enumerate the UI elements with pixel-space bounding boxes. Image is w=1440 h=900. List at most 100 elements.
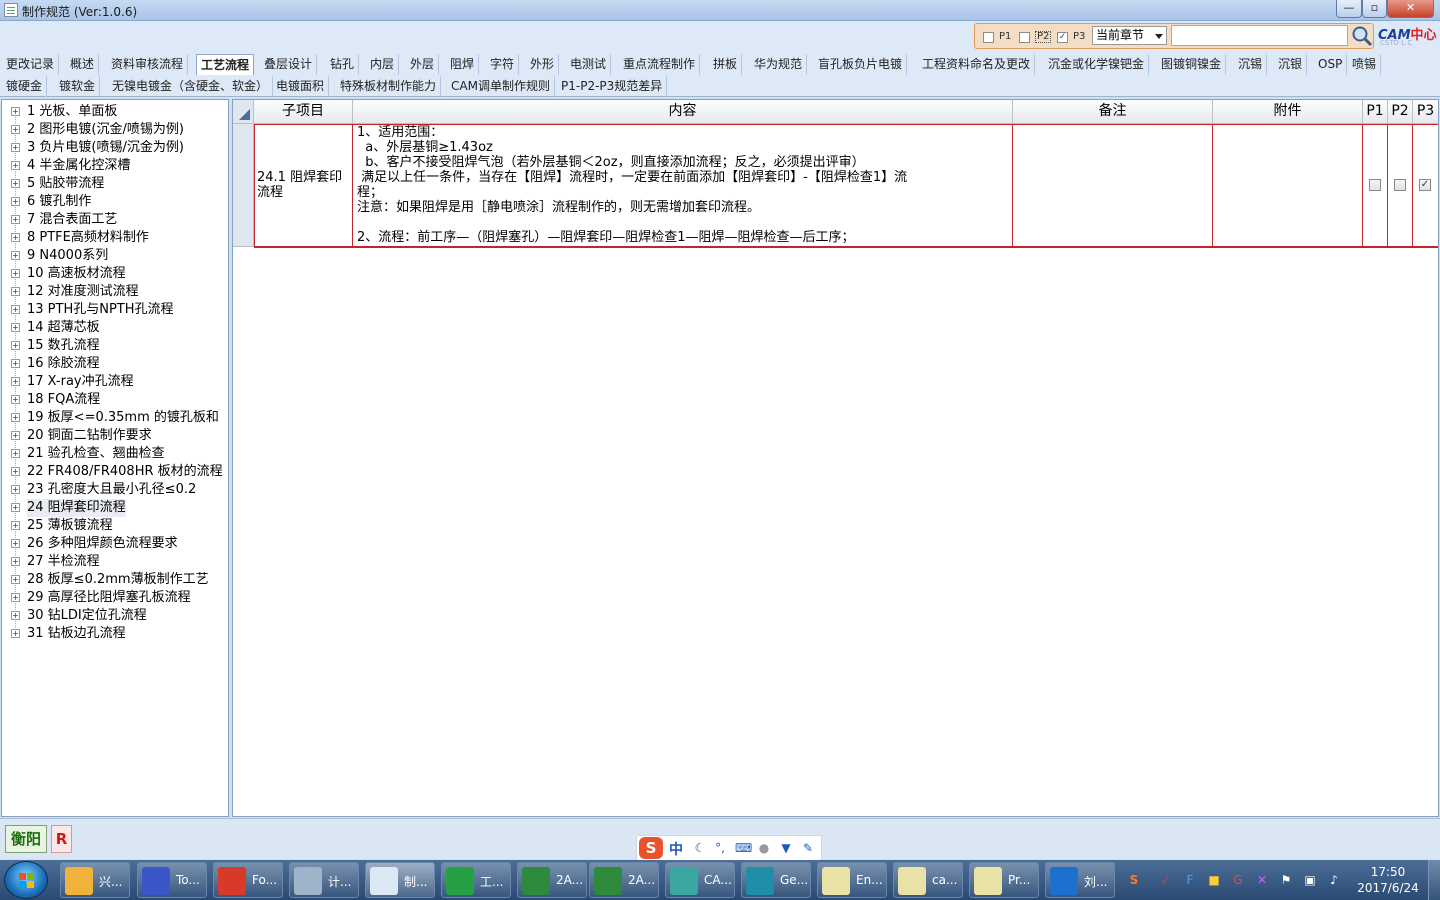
tab-8[interactable]: 外层 <box>406 54 440 75</box>
search-input[interactable] <box>1171 25 1348 46</box>
ime-mode-indicator[interactable]: 中 <box>669 839 683 859</box>
tree-item[interactable]: +30 钻LDI定位孔流程 <box>2 607 228 625</box>
tree-item[interactable]: +22 FR408/FR408HR 板材的流程 <box>2 463 228 481</box>
tab-5[interactable]: 叠层设计 <box>260 54 318 75</box>
tree-item[interactable]: +27 半检流程 <box>2 553 228 571</box>
chapter-select[interactable]: 当前章节 <box>1092 26 1167 45</box>
cell-content[interactable]: 1、适用范围： a、外层基铜≥1.43oz b、客户不接受阻焊气泡（若外层基铜＜… <box>353 124 1013 247</box>
taskbar-app-button[interactable]: 2A... <box>589 862 659 898</box>
city-badge[interactable]: 衡阳 <box>5 825 47 853</box>
taskbar-app-button[interactable]: ca... <box>893 862 963 898</box>
tab-4[interactable]: 工艺流程 <box>196 54 255 75</box>
tree-item[interactable]: +9 N4000系列 <box>2 247 228 265</box>
cell-note[interactable] <box>1013 124 1213 247</box>
punctuation-icon[interactable]: °, <box>713 841 727 855</box>
tree-item[interactable]: +26 多种阻焊颜色流程要求 <box>2 535 228 553</box>
expand-icon[interactable]: + <box>11 161 20 170</box>
close-button[interactable]: ✕ <box>1387 0 1434 18</box>
tab-21[interactable]: 沉银 <box>1274 54 1308 75</box>
expand-icon[interactable]: + <box>11 107 20 116</box>
tab-3[interactable]: 无镍电镀金（含硬金、软金） <box>108 76 274 97</box>
expand-icon[interactable]: + <box>11 467 20 476</box>
expand-icon[interactable]: + <box>11 269 20 278</box>
tab-23[interactable]: 喷锡 <box>1348 54 1382 75</box>
taskbar-app-button[interactable]: 刘... <box>1045 862 1115 898</box>
tree-item[interactable]: +16 除胶流程 <box>2 355 228 373</box>
tab-6[interactable]: 钻孔 <box>326 54 360 75</box>
cell-p1[interactable] <box>1363 124 1388 247</box>
taskbar-app-button[interactable]: 制... <box>365 862 435 898</box>
expand-icon[interactable]: + <box>11 377 20 386</box>
tree-item[interactable]: +21 验孔检查、翘曲检查 <box>2 445 228 463</box>
header-p3[interactable]: P3 <box>1413 100 1438 124</box>
taskbar-app-button[interactable]: To... <box>137 862 207 898</box>
expand-icon[interactable]: + <box>11 521 20 530</box>
tree-item[interactable]: +19 板厚<=0.35mm 的镀孔板和 <box>2 409 228 427</box>
tab-17[interactable]: 工程资料命名及更改 <box>918 54 1036 75</box>
taskbar-app-button[interactable]: Fo... <box>213 862 283 898</box>
tree-item[interactable]: +4 半金属化控深槽 <box>2 157 228 175</box>
cell-p2[interactable] <box>1388 124 1413 247</box>
tree-item[interactable]: +25 薄板镀流程 <box>2 517 228 535</box>
keyboard-icon[interactable]: ⌨ <box>735 841 752 855</box>
tab-19[interactable]: 图镀铜镍金 <box>1157 54 1227 75</box>
cell-p3[interactable]: ✓ <box>1413 124 1438 247</box>
tab-2[interactable]: 镀软金 <box>55 76 101 97</box>
expand-icon[interactable]: + <box>11 179 20 188</box>
tree-item[interactable]: +20 铜面二钻制作要求 <box>2 427 228 445</box>
r-badge[interactable]: R <box>51 825 72 853</box>
sogou-ime-icon[interactable]: S <box>639 837 663 859</box>
header-note[interactable]: 备注 <box>1013 100 1213 124</box>
p3-filter-checkbox[interactable]: ✓ <box>1057 32 1068 43</box>
expand-icon[interactable]: + <box>11 395 20 404</box>
tab-22[interactable]: OSP <box>1314 54 1348 75</box>
system-clock[interactable]: 17:50 2017/6/24 <box>1356 864 1420 896</box>
taskbar-app-button[interactable]: 计... <box>289 862 359 898</box>
tray-app-icon-3[interactable]: ■ <box>1206 872 1222 888</box>
tree-item[interactable]: +14 超薄芯板 <box>2 319 228 337</box>
taskbar-app-button[interactable]: Ge... <box>741 862 811 898</box>
sogou-tray-icon[interactable]: S <box>1126 872 1142 888</box>
tab-20[interactable]: 沉锡 <box>1234 54 1268 75</box>
taskbar-app-button[interactable]: CA... <box>665 862 735 898</box>
maximize-button[interactable]: ▫ <box>1362 0 1387 18</box>
expand-icon[interactable]: + <box>11 197 20 206</box>
expand-icon[interactable]: + <box>11 413 20 422</box>
taskbar-app-button[interactable]: 2A... <box>517 862 587 898</box>
tree-item[interactable]: +18 FQA流程 <box>2 391 228 409</box>
tree-item[interactable]: +28 板厚≤0.2mm薄板制作工艺 <box>2 571 228 589</box>
expand-icon[interactable]: + <box>11 629 20 638</box>
tab-13[interactable]: 重点流程制作 <box>619 54 701 75</box>
volume-icon[interactable]: ♪ <box>1326 872 1342 888</box>
tab-2[interactable]: 概述 <box>66 54 100 75</box>
cell-sub-item[interactable]: 24.1 阻焊套印流程 <box>254 124 353 247</box>
expand-icon[interactable]: + <box>11 125 20 134</box>
expand-icon[interactable]: + <box>11 251 20 260</box>
expand-icon[interactable]: + <box>11 431 20 440</box>
tree-item[interactable]: +17 X-ray冲孔流程 <box>2 373 228 391</box>
tree-item[interactable]: +13 PTH孔与NPTH孔流程 <box>2 301 228 319</box>
expand-icon[interactable]: + <box>11 287 20 296</box>
p2-filter-checkbox[interactable] <box>1019 32 1030 43</box>
expand-icon[interactable]: + <box>11 575 20 584</box>
header-content[interactable]: 内容 <box>353 100 1013 124</box>
tab-12[interactable]: 电测试 <box>566 54 612 75</box>
tab-5[interactable]: 特殊板材制作能力 <box>336 76 442 97</box>
tree-item[interactable]: +7 混合表面工艺 <box>2 211 228 229</box>
tree-item[interactable]: +24 阻焊套印流程 <box>2 499 228 517</box>
tray-app-icon-5[interactable]: ✕ <box>1254 872 1270 888</box>
tab-9[interactable]: 阻焊 <box>446 54 480 75</box>
tree-item[interactable]: +1 光板、单面板 <box>2 103 228 121</box>
cell-attachment[interactable] <box>1213 124 1363 247</box>
tray-flag-icon[interactable]: ⚑ <box>1278 872 1294 888</box>
p1-checkbox[interactable] <box>1369 179 1381 191</box>
expand-icon[interactable]: + <box>11 359 20 368</box>
tab-7[interactable]: P1-P2-P3规范差异 <box>557 76 668 97</box>
tree-item[interactable]: +6 镀孔制作 <box>2 193 228 211</box>
expand-icon[interactable]: + <box>11 305 20 314</box>
header-p2[interactable]: P2 <box>1388 100 1413 124</box>
tab-15[interactable]: 华为规范 <box>750 54 808 75</box>
row-header[interactable] <box>233 124 254 247</box>
tab-16[interactable]: 盲孔板负片电镀 <box>814 54 908 75</box>
expand-icon[interactable]: + <box>11 233 20 242</box>
